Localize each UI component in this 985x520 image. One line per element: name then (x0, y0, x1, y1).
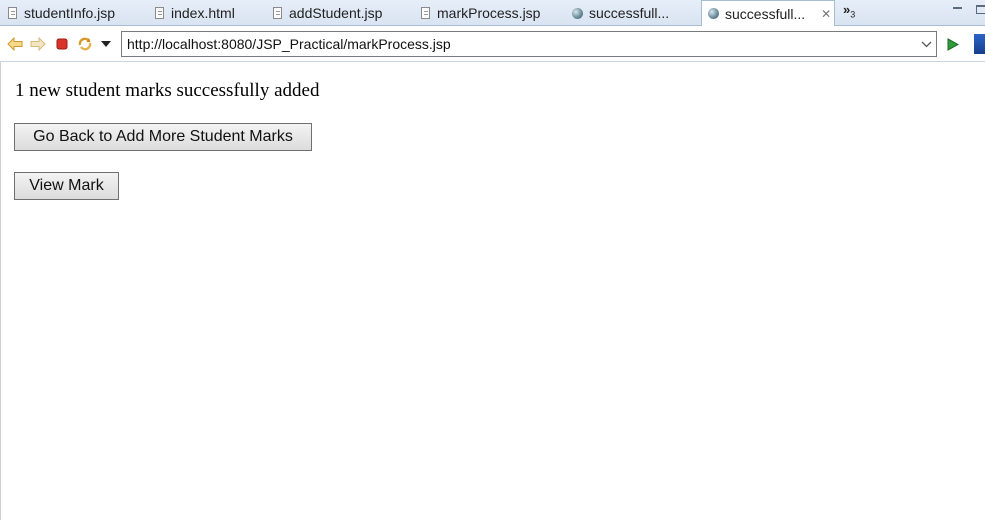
tab-index-html[interactable]: index.html (155, 0, 235, 26)
close-icon[interactable]: ✕ (821, 7, 831, 21)
go-back-add-marks-button[interactable]: Go Back to Add More Student Marks (14, 123, 312, 151)
tab-addstudent-jsp[interactable]: addStudent.jsp (273, 0, 382, 26)
dropdown-arrow-icon[interactable] (98, 36, 114, 52)
tab-overflow-button[interactable]: »3 (843, 2, 855, 20)
refresh-icon[interactable] (77, 36, 93, 52)
maximize-icon[interactable] (976, 5, 985, 14)
tab-successfull-1[interactable]: successfull... (572, 0, 669, 26)
browser-menu-icon[interactable] (974, 34, 985, 54)
file-icon (8, 7, 17, 19)
file-icon (421, 7, 430, 19)
tab-successfull-active[interactable]: successfull... ✕ (701, 0, 835, 26)
globe-icon (572, 7, 583, 19)
browser-toolbar (0, 26, 985, 62)
success-message: 1 new student marks successfully added (15, 80, 320, 101)
url-input[interactable] (127, 33, 916, 55)
tab-label: successfull... (725, 5, 806, 22)
globe-icon (708, 8, 719, 19)
tab-label: successfull... (589, 5, 670, 21)
forward-arrow-icon[interactable] (30, 36, 46, 52)
tab-label: index.html (171, 5, 235, 21)
browser-page: 1 new student marks successfully added G… (0, 62, 985, 520)
minimize-icon[interactable] (953, 5, 962, 9)
overflow-count: 3 (850, 9, 856, 20)
chevron-down-icon[interactable] (916, 32, 936, 56)
address-bar[interactable] (121, 31, 937, 57)
tab-label: markProcess.jsp (437, 5, 541, 21)
file-icon (273, 7, 282, 19)
editor-tab-bar: studentInfo.jsp index.html addStudent.js… (0, 0, 985, 26)
back-arrow-icon[interactable] (7, 36, 23, 52)
tab-label: addStudent.jsp (289, 5, 383, 21)
tab-markprocess-jsp[interactable]: markProcess.jsp (421, 0, 540, 26)
tab-label: studentInfo.jsp (24, 5, 116, 21)
stop-icon[interactable] (54, 36, 70, 52)
view-mark-button[interactable]: View Mark (14, 172, 119, 200)
go-play-icon[interactable] (945, 36, 961, 52)
tab-studentinfo-jsp[interactable]: studentInfo.jsp (8, 0, 115, 26)
file-icon (155, 7, 164, 19)
